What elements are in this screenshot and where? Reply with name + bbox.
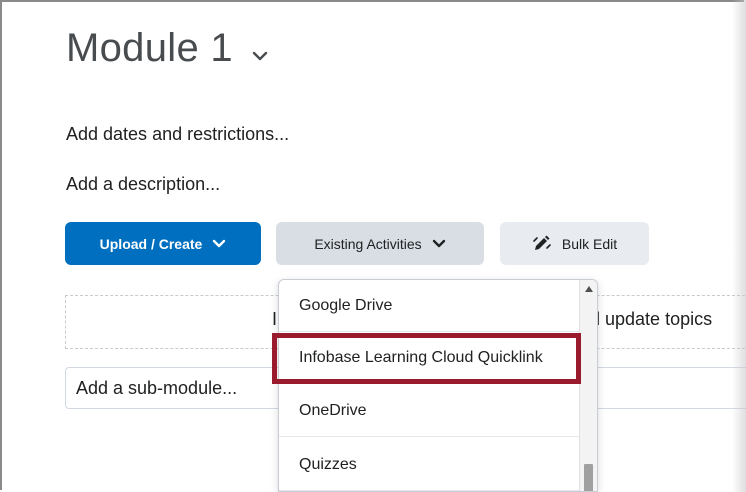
scroll-thumb[interactable] <box>584 464 593 491</box>
module-title-text: Module 1 <box>66 26 233 70</box>
menu-scrollbar[interactable] <box>579 280 597 491</box>
bulk-edit-label: Bulk Edit <box>561 235 618 252</box>
highlight-box <box>272 333 581 384</box>
dropzone-text-fragment-right: d update topics <box>590 309 713 329</box>
existing-activities-menu[interactable]: Google Drive Infobase Learning Cloud Qui… <box>278 279 598 492</box>
bulk-edit-button[interactable]: Bulk Edit <box>500 222 649 265</box>
module-title[interactable]: Module 1 <box>66 26 269 71</box>
scroll-up-arrow-icon[interactable] <box>585 286 593 292</box>
dropzone-text-fragment-left: I <box>272 309 278 329</box>
pencil-edit-icon <box>533 235 551 250</box>
chevron-down-icon[interactable] <box>251 47 269 65</box>
chevron-down-icon <box>213 239 226 247</box>
upload-create-label: Upload / Create <box>99 235 203 252</box>
add-dates-link[interactable]: Add dates and restrictions... <box>66 124 289 145</box>
menu-item-onedrive[interactable]: OneDrive <box>279 385 579 437</box>
menu-item-google-drive[interactable]: Google Drive <box>279 280 579 332</box>
upload-create-button[interactable]: Upload / Create <box>65 222 261 265</box>
add-submodule-placeholder: Add a sub-module... <box>76 378 238 398</box>
edge-shadow <box>732 0 746 492</box>
menu-item-quizzes[interactable]: Quizzes <box>279 439 579 491</box>
add-description-link[interactable]: Add a description... <box>66 174 220 195</box>
chevron-down-icon <box>432 239 445 247</box>
existing-activities-button[interactable]: Existing Activities <box>276 222 484 265</box>
existing-activities-label: Existing Activities <box>314 235 422 252</box>
